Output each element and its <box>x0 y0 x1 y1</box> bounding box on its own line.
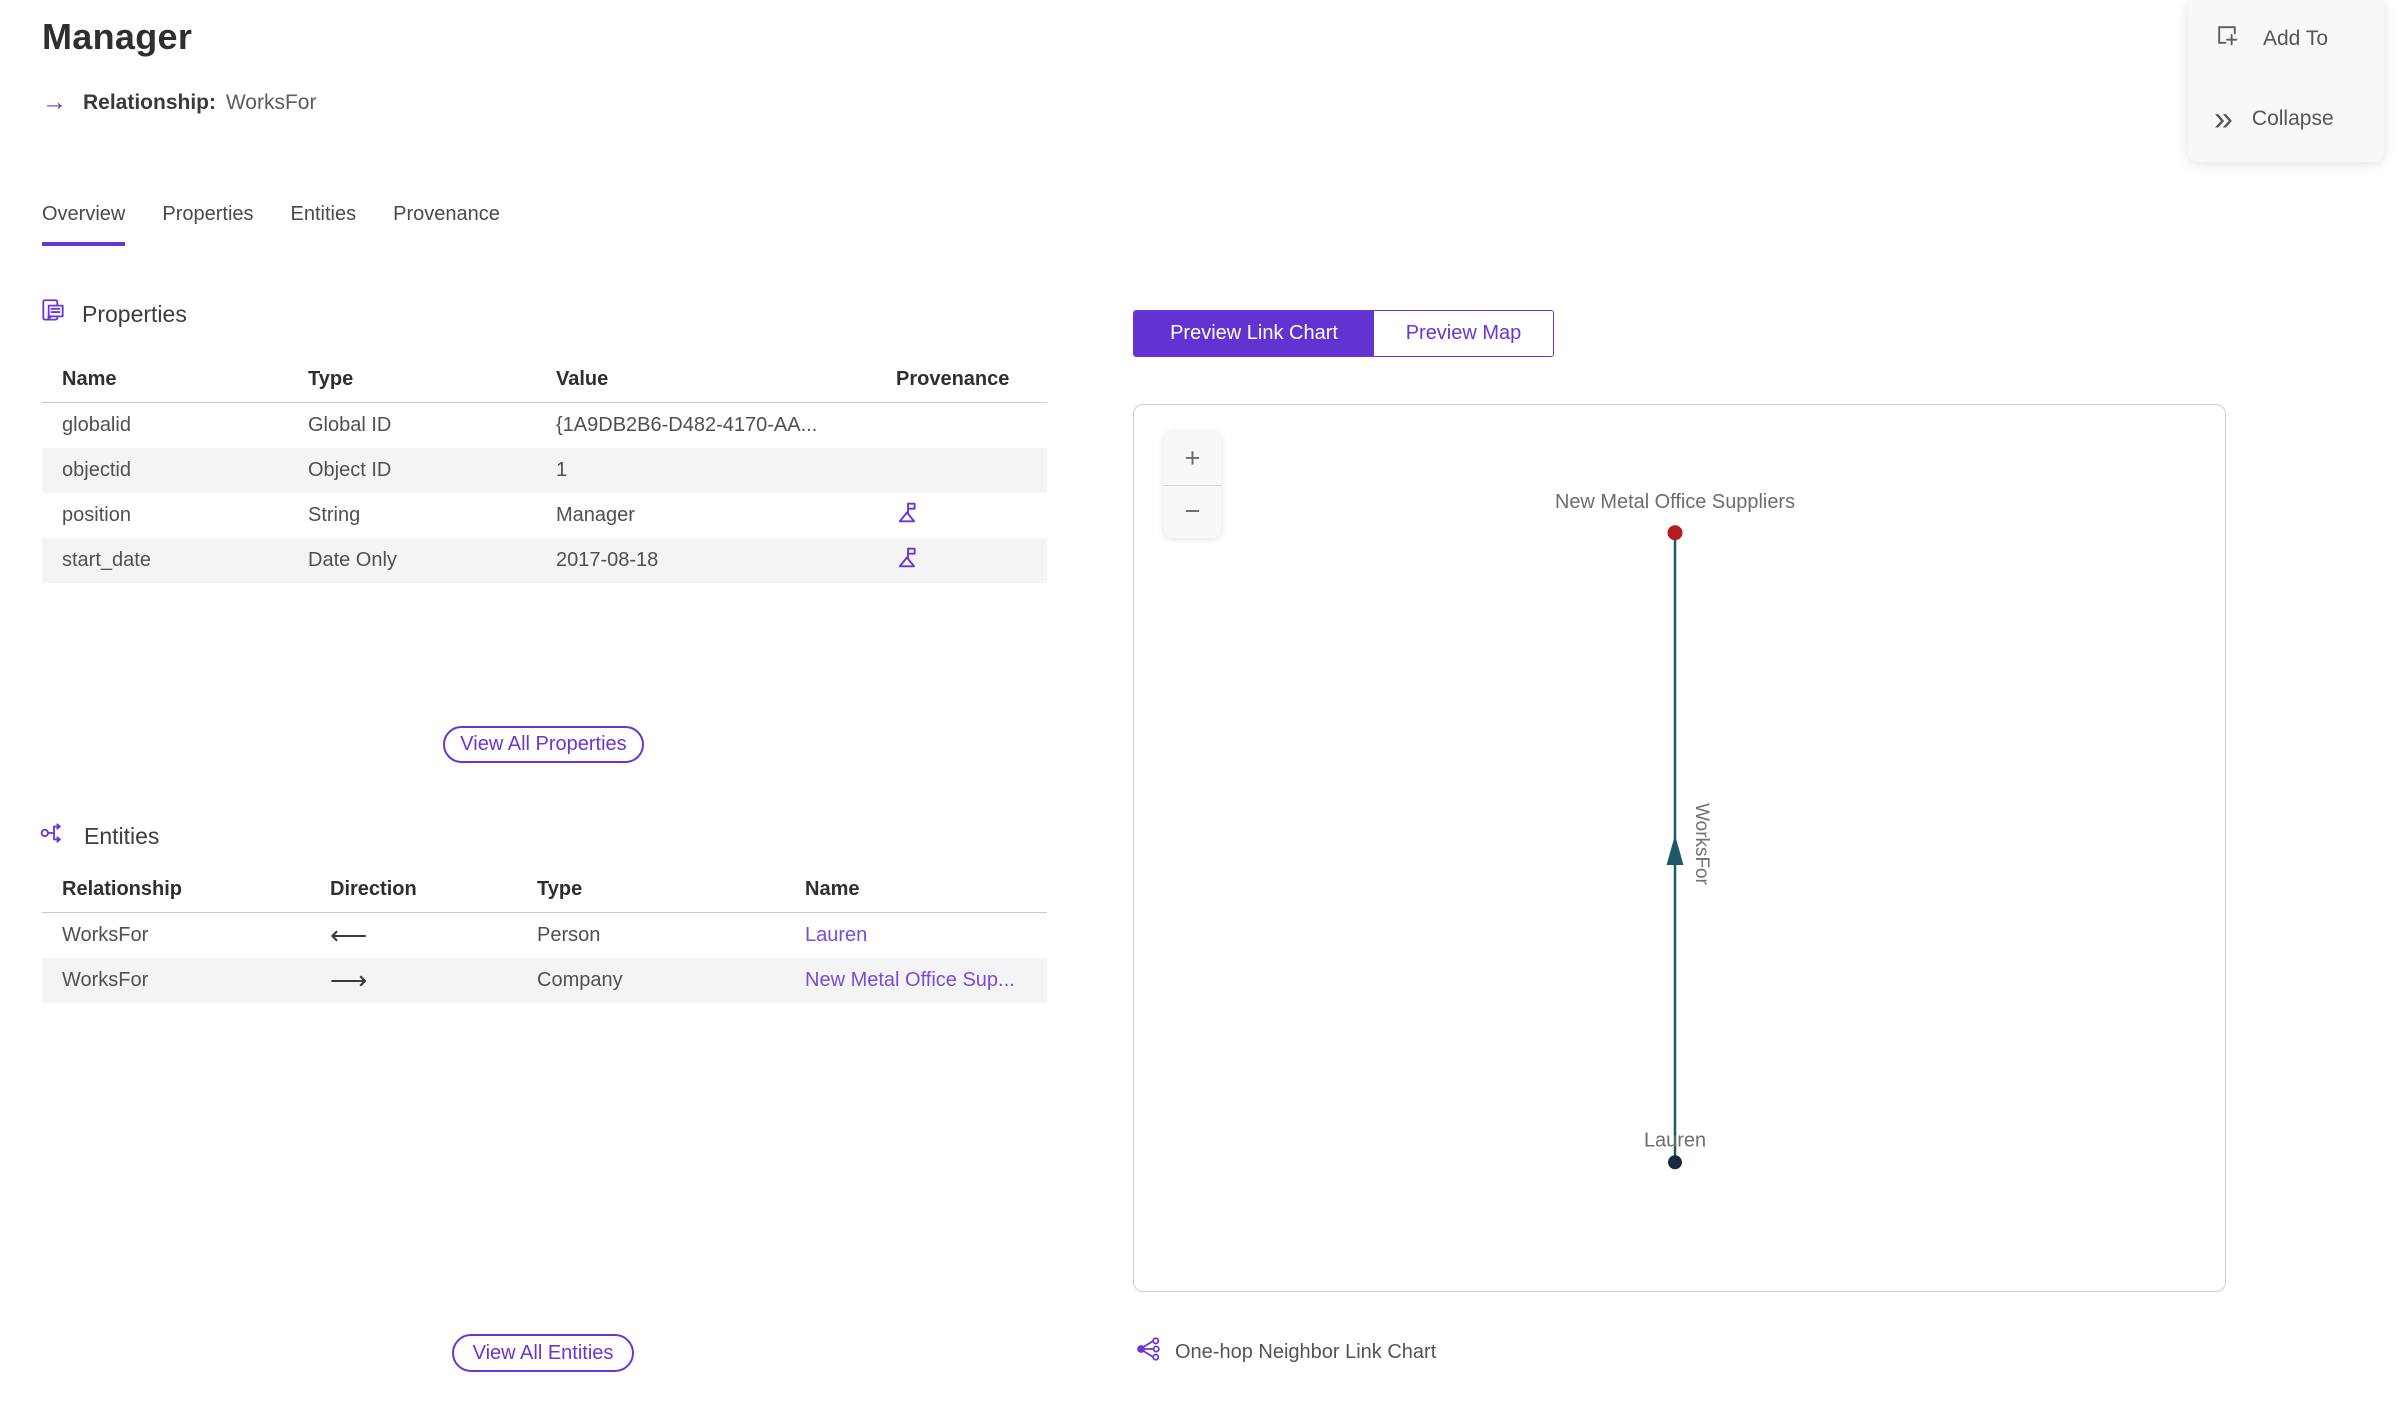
prop-type: Date Only <box>308 549 397 571</box>
table-row: objectid Object ID 1 <box>42 448 1047 493</box>
properties-table: Name Type Value Provenance globalid Glob… <box>42 356 1047 583</box>
entity-type: Company <box>537 969 623 991</box>
tab-overview[interactable]: Overview <box>42 203 126 246</box>
prop-name: position <box>62 504 131 526</box>
chart-caption: One-hop Neighbor Link Chart <box>1136 1336 1436 1368</box>
col-type: Type <box>537 877 583 900</box>
entity-name-link[interactable]: New Metal Office Sup... <box>805 969 1047 992</box>
entities-table-header: Relationship Direction Type Name <box>42 866 1047 913</box>
table-row: globalid Global ID {1A9DB2B6-D482-4170-A… <box>42 403 1047 448</box>
col-value: Value <box>556 367 609 390</box>
bottom-node[interactable] <box>1668 1155 1682 1170</box>
link-chart-panel: WorksFor New Metal Office Suppliers Laur… <box>1133 404 2226 1292</box>
col-name: Name <box>805 877 860 900</box>
prop-name: globalid <box>62 414 131 436</box>
provenance-flag-icon[interactable] <box>896 501 919 530</box>
col-direction: Direction <box>330 877 417 900</box>
provenance-flag-icon[interactable] <box>896 546 919 575</box>
prop-value: 1 <box>556 459 568 481</box>
entity-name-link[interactable]: Lauren <box>805 924 1047 947</box>
entity-relationship: WorksFor <box>62 969 149 991</box>
table-row: WorksFor ⟶ Company New Metal Office Sup.… <box>42 958 1047 1003</box>
preview-map-button[interactable]: Preview Map <box>1374 311 1553 356</box>
preview-toggle: Preview Link Chart Preview Map <box>1133 310 1554 357</box>
collapse-button[interactable]: » Collapse <box>2214 102 2334 136</box>
view-all-entities-button[interactable]: View All Entities <box>452 1334 634 1372</box>
tab-provenance[interactable]: Provenance <box>393 203 500 246</box>
tab-entities[interactable]: Entities <box>291 203 357 246</box>
relationship-arrow-icon: → <box>42 88 67 116</box>
prop-value: {1A9DB2B6-D482-4170-AA... <box>556 414 818 436</box>
zoom-out-button[interactable]: − <box>1164 486 1221 539</box>
view-all-properties-button[interactable]: View All Properties <box>443 726 644 763</box>
properties-table-header: Name Type Value Provenance <box>42 356 1047 403</box>
prop-name: objectid <box>62 459 131 481</box>
prop-provenance <box>896 501 1047 530</box>
prop-type: String <box>308 504 361 526</box>
edge-arrowhead <box>1666 835 1684 865</box>
zoom-in-button[interactable]: + <box>1164 432 1221 486</box>
properties-section-title: Properties <box>82 300 187 327</box>
direction-arrow-icon: ⟵ <box>330 920 368 950</box>
collapse-label: Collapse <box>2251 107 2334 130</box>
add-to-label: Add To <box>2263 26 2328 50</box>
bottom-node-label: Lauren <box>1644 1129 1706 1151</box>
entity-relationship: WorksFor <box>62 924 149 946</box>
entities-icon <box>40 820 68 852</box>
add-to-button[interactable]: Add To <box>2214 22 2328 55</box>
prop-type: Global ID <box>308 414 392 436</box>
col-provenance: Provenance <box>896 367 1010 390</box>
one-hop-link-chart-icon <box>1136 1336 1162 1368</box>
top-node[interactable] <box>1667 525 1683 541</box>
direction-arrow-icon: ⟶ <box>330 965 368 995</box>
properties-icon <box>40 297 66 331</box>
entities-table: Relationship Direction Type Name WorksFo… <box>42 866 1047 1003</box>
tab-bar: Overview Properties Entities Provenance <box>42 203 500 246</box>
relationship-subheader: → Relationship: WorksFor <box>42 90 316 115</box>
col-relationship: Relationship <box>62 877 183 900</box>
chart-caption-text: One-hop Neighbor Link Chart <box>1175 1340 1437 1363</box>
col-type: Type <box>308 367 354 390</box>
top-node-label: New Metal Office Suppliers <box>1555 491 1795 513</box>
prop-name: start_date <box>62 549 151 571</box>
table-row: WorksFor ⟵ Person Lauren <box>42 913 1047 958</box>
relationship-label: Relationship: <box>83 90 217 114</box>
zoom-control: + − <box>1164 432 1221 538</box>
floating-actions-card: Add To » Collapse <box>2188 0 2384 162</box>
preview-link-chart-button[interactable]: Preview Link Chart <box>1134 311 1374 356</box>
table-row: start_date Date Only 2017-08-18 <box>42 538 1047 583</box>
entities-section-title: Entities <box>84 822 160 849</box>
add-to-icon <box>2214 22 2241 55</box>
relationship-value: WorksFor <box>225 90 317 114</box>
properties-section-header: Properties <box>40 297 187 331</box>
entity-type: Person <box>537 924 601 946</box>
edge-label: WorksFor <box>1691 803 1712 885</box>
col-name: Name <box>62 367 117 390</box>
prop-provenance <box>896 546 1047 575</box>
collapse-icon: » <box>2214 100 2233 138</box>
prop-value: 2017-08-18 <box>556 549 659 571</box>
prop-value: Manager <box>556 504 635 526</box>
link-chart-graph[interactable]: WorksFor New Metal Office Suppliers Laur… <box>1134 405 2225 1291</box>
page-title: Manager <box>42 16 193 57</box>
prop-type: Object ID <box>308 459 392 481</box>
table-row: position String Manager <box>42 493 1047 538</box>
tab-properties[interactable]: Properties <box>162 203 253 246</box>
entities-section-header: Entities <box>40 820 159 852</box>
